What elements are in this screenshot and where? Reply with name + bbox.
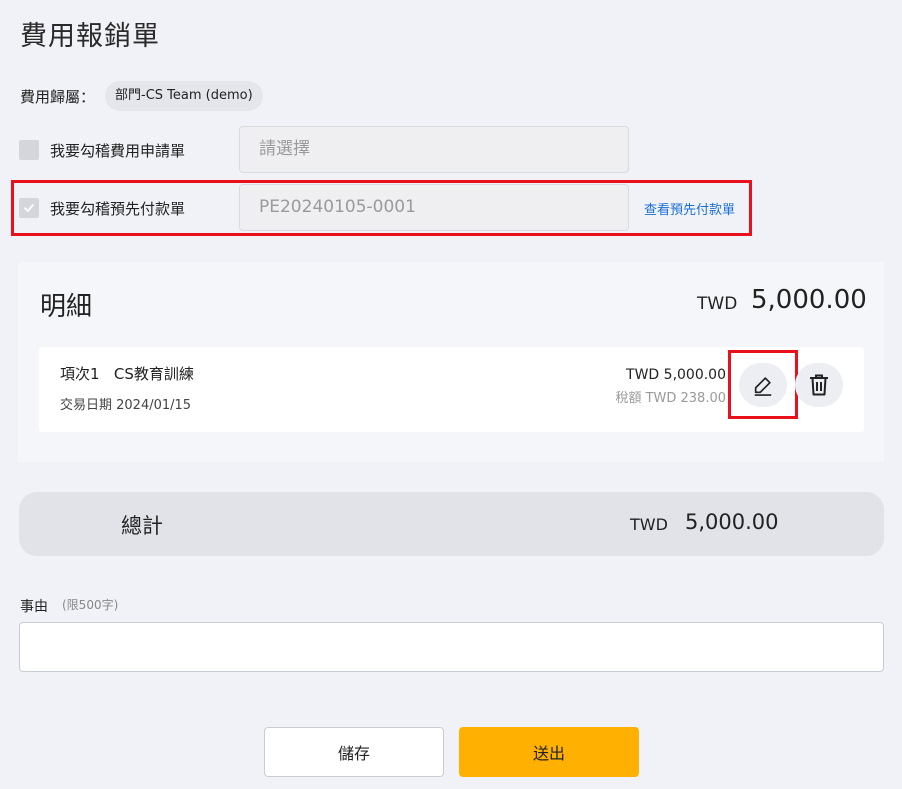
reconcile-prepayment-select[interactable]: PE20240105-0001 [239,184,629,231]
reconcile-application-label: 我要勾稽費用申請單 [50,142,186,160]
item-name: 項次1 CS教育訓練 [60,365,194,383]
delete-item-button[interactable] [795,363,843,407]
pencil-icon [754,377,772,396]
save-button[interactable]: 儲存 [264,727,444,777]
item-date: 交易日期 2024/01/15 [60,398,192,413]
reconcile-prepayment-checkbox[interactable] [19,198,39,218]
reconcile-prepayment-label: 我要勾稽預先付款單 [50,200,186,218]
item-tax: 稅額 TWD 238.00 [615,391,726,406]
belong-chip[interactable]: 部門-CS Team (demo) [105,81,263,111]
reason-hint: (限500字) [62,598,119,612]
total-amount: 5,000.00 [685,510,779,534]
page-title: 費用報銷單 [20,21,160,52]
reason-label: 事由 [20,599,48,615]
belong-label: 費用歸屬： [20,88,96,106]
total-currency: TWD [630,515,668,534]
submit-button[interactable]: 送出 [459,727,639,777]
check-icon [24,204,34,212]
total-label: 總計 [121,514,163,538]
detail-total-currency: TWD [697,294,738,314]
view-prepayment-link[interactable]: 查看預先付款單 [644,199,735,218]
reason-input[interactable] [19,622,884,672]
reconcile-application-checkbox[interactable] [19,140,39,160]
edit-item-button[interactable] [739,363,787,407]
item-amount: TWD 5,000.00 [626,367,726,383]
detail-title: 明細 [40,292,93,322]
reconcile-application-select[interactable]: 請選擇 [239,126,629,173]
detail-total-amount: 5,000.00 [751,285,867,315]
trash-icon [810,374,828,396]
